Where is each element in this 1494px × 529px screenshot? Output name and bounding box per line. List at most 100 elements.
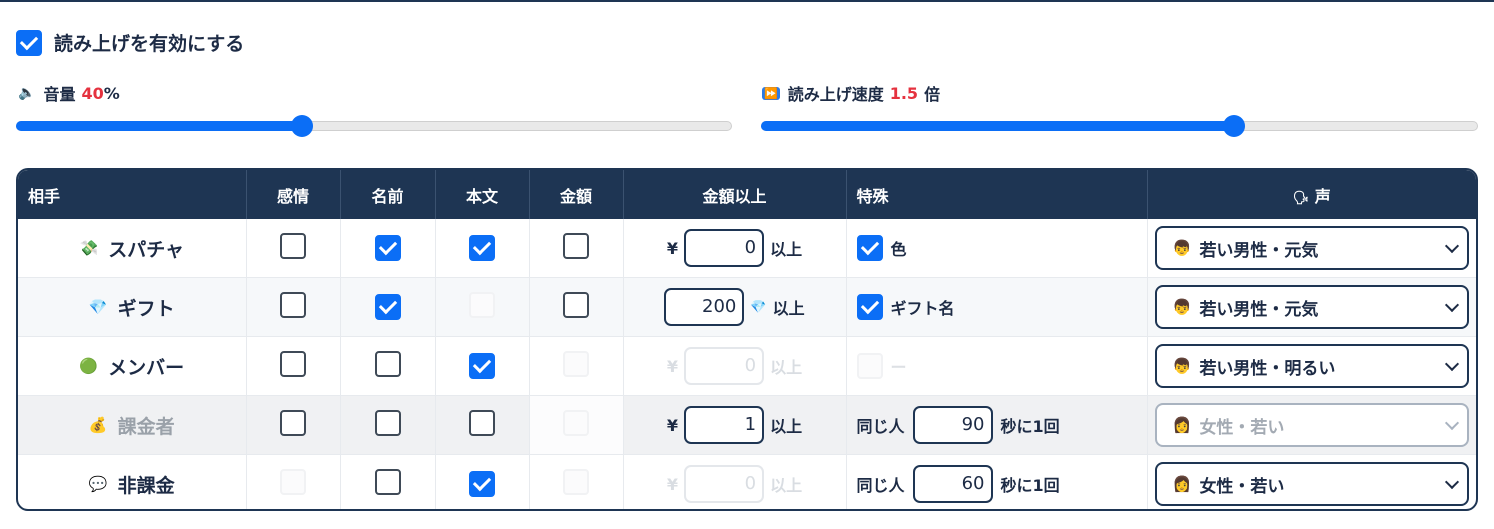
header-body: 本文 xyxy=(435,170,530,219)
cell-name xyxy=(340,219,436,278)
voice-select[interactable]: 👦 若い男性・元気 xyxy=(1154,226,1469,270)
cell-partner: 💸 スパチャ xyxy=(18,219,247,278)
emotion-checkbox[interactable] xyxy=(280,350,306,377)
emotion-checkbox[interactable] xyxy=(280,291,306,318)
special-option[interactable]: ギフト名 xyxy=(847,294,1147,320)
speed-unit: 倍 xyxy=(924,85,941,104)
header-amount-threshold: 金額以上 xyxy=(623,170,847,219)
partner-name: 💸 スパチャ xyxy=(80,235,185,262)
partner-label: 非課金 xyxy=(117,474,175,497)
fast-forward-icon: ⏩ xyxy=(762,86,780,100)
speed-title: 読み上げ速度 xyxy=(787,85,884,104)
threshold-input[interactable]: 1 xyxy=(684,406,765,444)
amount-checkbox xyxy=(563,350,589,377)
volume-title: 音量 xyxy=(43,85,76,104)
threshold-group: ¥ 0 以上 xyxy=(667,229,802,267)
volume-value: 40 xyxy=(81,83,104,103)
header-amount: 金額 xyxy=(529,170,624,219)
special-checkbox[interactable] xyxy=(856,294,883,320)
speed-thumb[interactable] xyxy=(1223,115,1246,137)
voice-select[interactable]: 👦 若い男性・明るい xyxy=(1154,344,1469,388)
enable-tts-label: 読み上げを有効にする xyxy=(54,33,245,55)
body-checkbox[interactable] xyxy=(469,235,495,261)
settings-table: 相手 感情 名前 本文 金額 金額以上 特殊 🗣 声 💸 スパチャ ¥ 0 以上 色… xyxy=(16,168,1478,511)
threshold-input[interactable]: 200 xyxy=(664,288,745,326)
special-option[interactable]: 色 xyxy=(847,235,1147,261)
name-checkbox[interactable] xyxy=(374,350,401,377)
chevron-down-icon xyxy=(1444,238,1459,254)
threshold-group: ¥ 1 以上 xyxy=(667,406,802,444)
cell-special: 同じ人 60 秒に1回 xyxy=(846,454,1148,509)
threshold-suffix: 以上 xyxy=(770,476,803,495)
voice-select[interactable]: 👦 若い男性・元気 xyxy=(1154,285,1469,329)
threshold-group: ¥ 0 以上 xyxy=(667,465,802,503)
cell-voice: 👦 若い男性・元気 xyxy=(1147,219,1476,278)
speed-label: ⏩ 読み上げ速度 1.5 倍 xyxy=(762,81,940,105)
top-border xyxy=(0,0,1494,2)
name-checkbox[interactable] xyxy=(374,409,401,436)
header-voice: 🗣 声 xyxy=(1147,170,1476,219)
cell-amount xyxy=(529,336,624,396)
cell-partner: 💬 非課金 xyxy=(18,454,247,509)
name-checkbox[interactable] xyxy=(374,294,401,320)
cell-name xyxy=(340,454,436,509)
amount-checkbox[interactable] xyxy=(563,291,589,318)
gem-icon: 💎 xyxy=(88,298,108,316)
volume-slider[interactable] xyxy=(16,115,732,137)
yen-sign: ¥ xyxy=(666,474,679,494)
speed-slider[interactable] xyxy=(761,115,1478,137)
cell-amount xyxy=(529,219,624,278)
partner-name: 💬 非課金 xyxy=(89,471,175,498)
volume-thumb[interactable] xyxy=(291,115,314,137)
enable-tts-row[interactable]: 読み上げを有効にする xyxy=(16,29,244,56)
voice-select[interactable]: 👩 女性・若い xyxy=(1154,462,1469,506)
special-label: ー xyxy=(890,358,907,377)
cell-amount-threshold: 200 💎 以上 xyxy=(623,277,847,337)
enable-tts-checkbox[interactable] xyxy=(16,29,42,56)
chevron-down-icon xyxy=(1444,297,1459,313)
cell-special: ー xyxy=(846,336,1148,396)
cell-amount-threshold: ¥ 0 以上 xyxy=(623,219,847,278)
special-checkbox[interactable] xyxy=(856,235,883,261)
body-checkbox[interactable] xyxy=(469,471,495,497)
cell-body xyxy=(435,336,530,396)
name-checkbox[interactable] xyxy=(374,235,401,261)
person-icon: 👦 xyxy=(1172,298,1192,316)
amount-checkbox[interactable] xyxy=(563,232,589,259)
interval-suffix: 秒に1回 xyxy=(1000,417,1060,436)
cell-partner: 💰 課金者 xyxy=(18,395,247,455)
emotion-checkbox[interactable] xyxy=(280,409,306,436)
table-row: 💎 ギフト 200 💎 以上 ギフト名 👦 若い男性・元気 xyxy=(18,277,1476,337)
emotion-checkbox[interactable] xyxy=(280,232,306,259)
name-checkbox[interactable] xyxy=(374,468,401,495)
body-checkbox[interactable] xyxy=(469,353,495,379)
header-special: 特殊 xyxy=(846,170,1148,219)
cell-special: 同じ人 90 秒に1回 xyxy=(846,395,1148,455)
body-checkbox xyxy=(469,291,495,318)
threshold-input[interactable]: 0 xyxy=(684,229,765,267)
header-emotion: 感情 xyxy=(246,170,341,219)
special-interval: 同じ人 90 秒に1回 xyxy=(847,406,1147,444)
threshold-group: ¥ 0 以上 xyxy=(667,347,802,385)
speaking-head-icon: 🗣 xyxy=(1292,190,1310,206)
chevron-down-icon xyxy=(1444,474,1459,490)
chevron-down-icon xyxy=(1444,356,1459,372)
cell-emotion xyxy=(246,454,341,509)
yen-sign: ¥ xyxy=(666,415,679,435)
threshold-suffix: 以上 xyxy=(770,417,803,436)
same-person-label: 同じ人 xyxy=(856,476,905,495)
special-label: ギフト名 xyxy=(890,299,955,318)
special-checkbox xyxy=(856,353,883,379)
header-name: 名前 xyxy=(340,170,436,219)
table-row: 💸 スパチャ ¥ 0 以上 色 👦 若い男性・元気 xyxy=(18,219,1476,278)
interval-input[interactable]: 60 xyxy=(912,465,993,503)
volume-label: 🔈 音量 40 % xyxy=(18,81,120,105)
partner-name: 💎 ギフト xyxy=(89,294,175,321)
interval-input[interactable]: 90 xyxy=(912,406,993,444)
yen-sign: ¥ xyxy=(666,238,679,258)
special-label: 色 xyxy=(890,240,907,259)
amount-checkbox xyxy=(563,468,589,495)
voice-value: 女性・若い xyxy=(1199,417,1285,438)
body-checkbox[interactable] xyxy=(469,409,495,436)
same-person-label: 同じ人 xyxy=(856,417,905,436)
